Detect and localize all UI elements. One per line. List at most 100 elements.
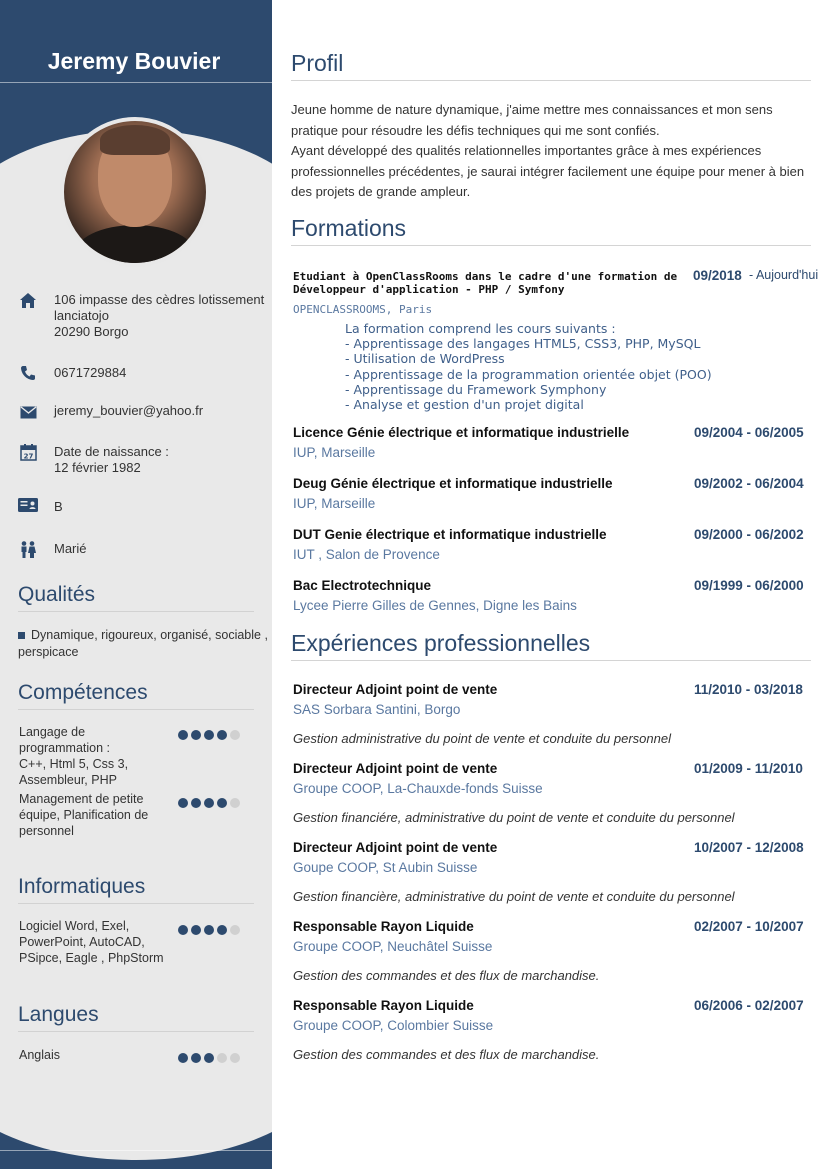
rating-dot-filled xyxy=(204,925,214,935)
formation-date: 09/2004 - 06/2005 xyxy=(694,425,804,440)
experience-desc: Gestion des commandes et des flux de mar… xyxy=(293,968,600,983)
formation-date-start: 09/2018 xyxy=(693,268,742,283)
phone-text: 0671729884 xyxy=(54,365,127,380)
skill-label: Management de petite équipe, Planificati… xyxy=(19,792,149,838)
bullet-icon xyxy=(18,632,25,639)
experience-desc: Gestion des commandes et des flux de mar… xyxy=(293,1047,600,1062)
rating-dot-filled xyxy=(191,798,201,808)
experience-date: 10/2007 - 12/2008 xyxy=(694,840,804,855)
experience-desc: Gestion financière, administrative du po… xyxy=(293,889,735,904)
rating-dot-filled xyxy=(217,925,227,935)
contact-email: jeremy_bouvier@yahoo.fr xyxy=(18,403,268,423)
home-icon xyxy=(18,292,38,312)
experience-title: Directeur Adjoint point de vente xyxy=(293,761,498,776)
formation-school: Lycee Pierre Gilles de Gennes, Digne les… xyxy=(293,598,577,613)
experience-desc: Gestion financiére, administrative du po… xyxy=(293,810,735,825)
footer-curve xyxy=(0,1060,272,1160)
phone-icon xyxy=(18,365,38,385)
experience-company: Groupe COOP, Neuchâtel Suisse xyxy=(293,939,493,954)
rating-dot-filled xyxy=(178,925,188,935)
qualites-text: Dynamique, rigoureux, organisé, sociable… xyxy=(18,628,268,659)
license-text: B xyxy=(54,499,63,514)
formation-school: OPENCLASSROOMS, Paris xyxy=(293,303,433,316)
rating-dot-empty xyxy=(230,798,240,808)
experience-title: Responsable Rayon Liquide xyxy=(293,998,474,1013)
formation-school: IUP, Marseille xyxy=(293,445,376,460)
skill-rating xyxy=(178,922,262,935)
course-list: La formation comprend les cours suivants… xyxy=(345,321,805,412)
formation-title: Licence Génie électrique et informatique… xyxy=(293,425,630,440)
competences-heading: Compétences xyxy=(18,681,254,710)
skill-label: Logiciel Word, Exel, PowerPoint, AutoCAD… xyxy=(19,919,164,965)
profil-text: Jeune homme de nature dynamique, j'aime … xyxy=(291,102,805,199)
rating-dot-filled xyxy=(178,1053,188,1063)
experience-company: Goupe COOP, St Aubin Suisse xyxy=(293,860,478,875)
experience-company: SAS Sorbara Santini, Borgo xyxy=(293,702,461,717)
experience-date: 01/2009 - 11/2010 xyxy=(694,761,803,776)
langues-heading: Langues xyxy=(18,1003,254,1032)
profil-heading: Profil xyxy=(291,50,811,81)
sidebar: Jeremy Bouvier 106 impasse des cèdres lo… xyxy=(0,0,272,1169)
calendar-icon: 27 xyxy=(18,444,38,464)
experience-title: Directeur Adjoint point de vente xyxy=(293,682,498,697)
course-intro: La formation comprend les cours suivants… xyxy=(345,321,616,336)
email-text: jeremy_bouvier@yahoo.fr xyxy=(54,403,204,418)
rating-dot-filled xyxy=(204,730,214,740)
experience-title: Directeur Adjoint point de vente xyxy=(293,840,498,855)
birth-text: Date de naissance : 12 février 1982 xyxy=(54,444,169,475)
experience-date: 02/2007 - 10/2007 xyxy=(694,919,804,934)
course-item: - Apprentissage de la programmation orie… xyxy=(345,366,712,382)
contact-birth: 27 Date de naissance : 12 février 1982 xyxy=(18,444,268,480)
formation-title: DUT Genie électrique et informatique ind… xyxy=(293,527,607,542)
rating-dot-empty xyxy=(230,730,240,740)
id-card-icon xyxy=(18,498,38,519)
rating-dot-filled xyxy=(178,730,188,740)
address-text: 106 impasse des cèdres lotissement lanci… xyxy=(54,292,265,339)
person-name: Jeremy Bouvier xyxy=(47,48,221,74)
formation-date-end: - Aujourd'hui xyxy=(749,268,819,282)
course-item: - Analyse et gestion d'un projet digital xyxy=(345,397,584,413)
formation-date: 09/2000 - 06/2002 xyxy=(694,527,804,542)
rating-dot-empty xyxy=(230,1053,240,1063)
language-label: Anglais xyxy=(19,1048,60,1062)
course-item: - Utilisation de WordPress xyxy=(345,351,505,367)
experiences-heading: Expériences professionnelles xyxy=(291,630,811,661)
formation-school: IUP, Marseille xyxy=(293,496,376,511)
couple-icon xyxy=(18,541,38,561)
experience-title: Responsable Rayon Liquide xyxy=(293,919,474,934)
experience-date: 06/2006 - 02/2007 xyxy=(694,998,804,1013)
rating-dot-filled xyxy=(191,730,201,740)
experience-company: Groupe COOP, La-Chauxde-fonds Suisse xyxy=(293,781,543,796)
skill-rating xyxy=(178,727,262,740)
divider xyxy=(0,1150,272,1151)
language-rating xyxy=(178,1050,262,1063)
course-item: - Apprentissage des langages HTML5, CSS3… xyxy=(345,336,701,352)
skill-rating xyxy=(178,795,262,808)
contact-phone: 0671729884 xyxy=(18,365,268,385)
formation-school: IUT , Salon de Provence xyxy=(293,547,440,562)
experience-company: Groupe COOP, Colombier Suisse xyxy=(293,1018,494,1033)
contact-license: B xyxy=(18,498,268,519)
course-item: - Apprentissage du Framework Symphony xyxy=(345,381,607,397)
formation-title: Etudiant à OpenClassRooms dans le cadre … xyxy=(293,270,678,296)
rating-dot-filled xyxy=(217,798,227,808)
formation-date: 09/2002 - 06/2004 xyxy=(694,476,804,491)
formations-heading: Formations xyxy=(291,215,811,246)
svg-text:27: 27 xyxy=(23,453,33,461)
formation-title: Deug Génie électrique et informatique in… xyxy=(293,476,613,491)
rating-dot-filled xyxy=(204,1053,214,1063)
experience-desc: Gestion administrative du point de vente… xyxy=(293,731,671,746)
envelope-icon xyxy=(18,403,38,423)
informatiques-heading: Informatiques xyxy=(18,875,254,904)
rating-dot-empty xyxy=(230,925,240,935)
divider xyxy=(0,82,272,83)
rating-dot-filled xyxy=(178,798,188,808)
rating-dot-filled xyxy=(217,730,227,740)
rating-dot-filled xyxy=(191,1053,201,1063)
contact-address: 106 impasse des cèdres lotissement lanci… xyxy=(18,292,268,344)
contact-status: Marié xyxy=(18,541,268,561)
rating-dot-empty xyxy=(217,1053,227,1063)
qualites-heading: Qualités xyxy=(18,583,254,612)
profile-photo xyxy=(60,117,210,267)
rating-dot-filled xyxy=(204,798,214,808)
